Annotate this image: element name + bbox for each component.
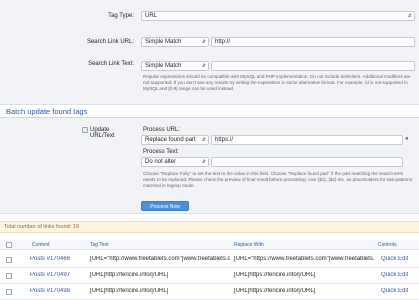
row-tag-text: [URL]http://fericire.info/[/URL] — [90, 288, 169, 294]
row-quick-edit-link[interactable]: Quick Edit — [381, 256, 408, 262]
search-link-text-label: Search Link Text: — [88, 61, 134, 67]
row-checkbox[interactable] — [6, 289, 12, 295]
update-url-text-label: Update URL/Text — [90, 127, 115, 139]
row-content-link[interactable]: Posts #170497 — [30, 272, 70, 278]
row-content-link[interactable]: Posts #170466 — [30, 256, 70, 262]
row-checkbox[interactable] — [6, 257, 12, 263]
row-tag-text: [URL="http://www.freetablets.com"]www.fr… — [90, 256, 230, 262]
search-link-text-mode-select[interactable]: Simple Match — [141, 61, 209, 71]
results-table-header: Content Tag Text Replace With Controls — [0, 240, 419, 250]
row-quick-edit-link[interactable]: Quick Edit — [381, 288, 408, 294]
regex-help-text: Regular expressions should be compatible… — [143, 74, 411, 91]
row-checkbox[interactable] — [6, 273, 12, 279]
table-row: Posts #170466 [URL="http://www.freetable… — [0, 252, 419, 268]
table-row: Posts #170497 [URL]http://fericire.info/… — [0, 268, 419, 284]
search-panel: Tag Type: URL Search Link URL: Simple Ma… — [0, 0, 419, 105]
process-text-label: Process Text: — [143, 149, 179, 155]
row-content-link[interactable]: Posts #170498 — [30, 288, 70, 294]
table-row: Posts #170498 [URL]http://fericire.info/… — [0, 284, 419, 300]
links-found-notice: Total number of links found: 19 — [0, 221, 419, 233]
tag-type-select[interactable]: URL — [141, 11, 415, 21]
search-link-url-mode-select[interactable]: Simple Match — [141, 37, 209, 47]
process-text-input[interactable] — [211, 157, 403, 167]
batch-update-title: Batch update found tags — [6, 107, 88, 116]
process-text-mode-select[interactable]: Do not alter — [141, 157, 209, 167]
process-url-mode-select[interactable]: Replace found part — [141, 135, 209, 145]
row-quick-edit-link[interactable]: Quick Edit — [381, 272, 408, 278]
row-tag-text: [URL]http://fericire.info/[/URL] — [90, 272, 169, 278]
update-url-text-checkbox[interactable] — [82, 127, 88, 133]
column-tag-text: Tag Text — [90, 242, 109, 248]
search-link-text-input[interactable] — [211, 61, 415, 71]
row-replace-with: [URL]https://fericire.info/[/URL] — [234, 272, 316, 278]
process-url-label: Process URL: — [143, 127, 181, 133]
batch-update-panel: Update URL/Text Process URL: Replace fou… — [0, 118, 419, 214]
key-icon[interactable]: ● — [405, 136, 409, 142]
row-replace-with: [URL="https://www.freetablets.com"]www.f… — [234, 256, 374, 262]
search-link-url-input[interactable]: http:// — [211, 37, 415, 47]
tag-type-label: Tag Type: — [108, 13, 134, 19]
process-url-input[interactable]: https:// — [211, 135, 403, 145]
search-link-url-label: Search Link URL: — [86, 39, 134, 45]
column-content: Content — [32, 242, 50, 248]
column-controls: Controls — [378, 242, 397, 248]
column-replace-with: Replace With — [234, 242, 264, 248]
row-replace-with: [URL]https://fericire.info/[/URL] — [234, 288, 316, 294]
select-all-checkbox[interactable] — [6, 242, 12, 248]
process-now-button[interactable]: Process Now — [141, 201, 189, 211]
process-help-text: Choose "Replace Fully" to set the text t… — [143, 171, 413, 188]
